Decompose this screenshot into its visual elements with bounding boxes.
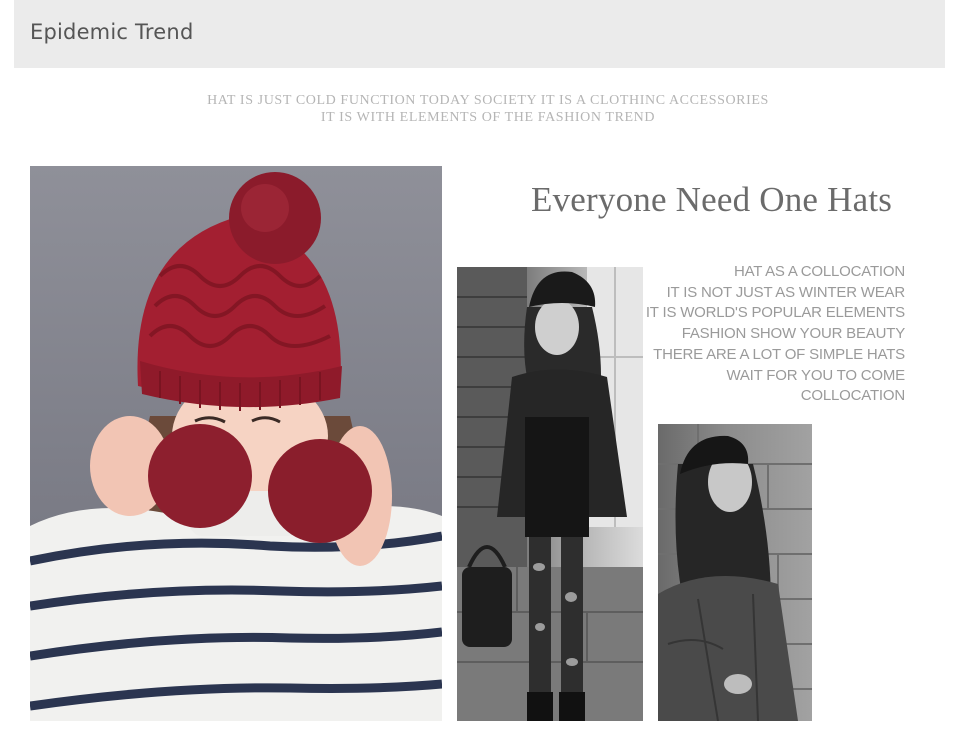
feature-line-7: COLLOCATION <box>800 387 905 405</box>
intro-text: HAT IS JUST COLD FUNCTION TODAY SOCIETY … <box>0 92 960 126</box>
feature-line-5: THERE ARE A LOT OF SIMPLE HATS <box>653 345 905 363</box>
bw-model-leaning-illustration <box>658 424 812 721</box>
bw-model-standing-illustration <box>457 267 643 721</box>
feature-line-3: IT IS WORLD'S POPULAR ELEMENTS <box>645 304 905 322</box>
feature-headline: Everyone Need One Hats <box>531 180 893 219</box>
secondary-photo-2 <box>658 424 812 721</box>
section-title: Epidemic Trend <box>30 20 194 44</box>
feature-description: HAT AS A COLLOCATION IT IS NOT JUST AS W… <box>645 262 905 407</box>
secondary-photo-1 <box>457 267 643 721</box>
main-product-photo <box>30 166 442 721</box>
intro-line-1: HAT IS JUST COLD FUNCTION TODAY SOCIETY … <box>207 93 769 108</box>
feature-line-4: FASHION SHOW YOUR BEAUTY <box>681 325 905 343</box>
feature-line-2: IT IS NOT JUST AS WINTER WEAR <box>666 283 906 301</box>
feature-line-6: WAIT FOR YOU TO COME <box>726 366 905 384</box>
red-hat-model-illustration <box>30 172 442 721</box>
intro-line-2: IT IS WITH ELEMENTS OF THE FASHION TREND <box>320 110 656 125</box>
section-header-bar: Epidemic Trend <box>14 0 945 68</box>
feature-line-1: HAT AS A COLLOCATION <box>733 263 905 280</box>
